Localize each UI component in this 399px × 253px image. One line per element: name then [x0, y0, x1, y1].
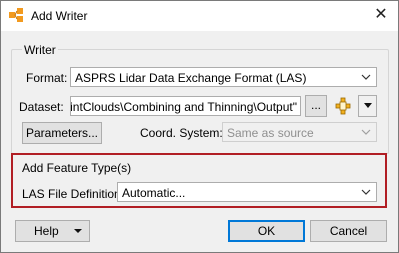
chevron-down-icon [361, 189, 371, 195]
feature-path-button[interactable] [332, 95, 354, 117]
close-icon[interactable]: ✕ [366, 4, 396, 28]
dataset-value: S PointClouds\Combining and Thinning\Out… [70, 100, 297, 114]
title-bar: Add Writer ✕ [1, 1, 398, 31]
app-icon [9, 8, 23, 22]
dataset-label: Dataset: [19, 100, 64, 114]
help-label: Help [34, 224, 59, 238]
dataset-input[interactable]: S PointClouds\Combining and Thinning\Out… [70, 96, 301, 116]
help-button[interactable]: Help [15, 220, 90, 242]
format-label: Format: [26, 71, 68, 85]
chevron-down-icon [361, 74, 371, 80]
feature-group-title: Add Feature Type(s) [22, 161, 132, 175]
dataset-dropdown-button[interactable] [358, 95, 377, 117]
coord-system-value: Same as source [227, 126, 314, 140]
parameters-button[interactable]: Parameters... [22, 122, 102, 144]
format-value: ASPRS Lidar Data Exchange Format (LAS) [75, 71, 307, 85]
browse-button[interactable]: ... [305, 95, 327, 117]
las-definition-value: Automatic... [122, 186, 186, 200]
format-select[interactable]: ASPRS Lidar Data Exchange Format (LAS) [70, 67, 377, 87]
las-definition-label: LAS File Definition: [22, 187, 125, 201]
cancel-button[interactable]: Cancel [310, 220, 387, 242]
window-title: Add Writer [31, 9, 88, 23]
writer-group-title: Writer [22, 43, 58, 57]
add-writer-dialog: Add Writer ✕ Writer Format: ASPRS Lidar … [0, 0, 399, 253]
las-definition-select[interactable]: Automatic... [117, 182, 377, 202]
chevron-down-icon [361, 129, 371, 135]
coord-system-label: Coord. System: [140, 126, 223, 140]
folder-feature-icon [335, 97, 351, 115]
ok-button[interactable]: OK [228, 220, 305, 242]
chevron-down-icon [74, 229, 82, 233]
coord-system-select[interactable]: Same as source [222, 122, 377, 142]
chevron-down-icon [363, 103, 372, 108]
